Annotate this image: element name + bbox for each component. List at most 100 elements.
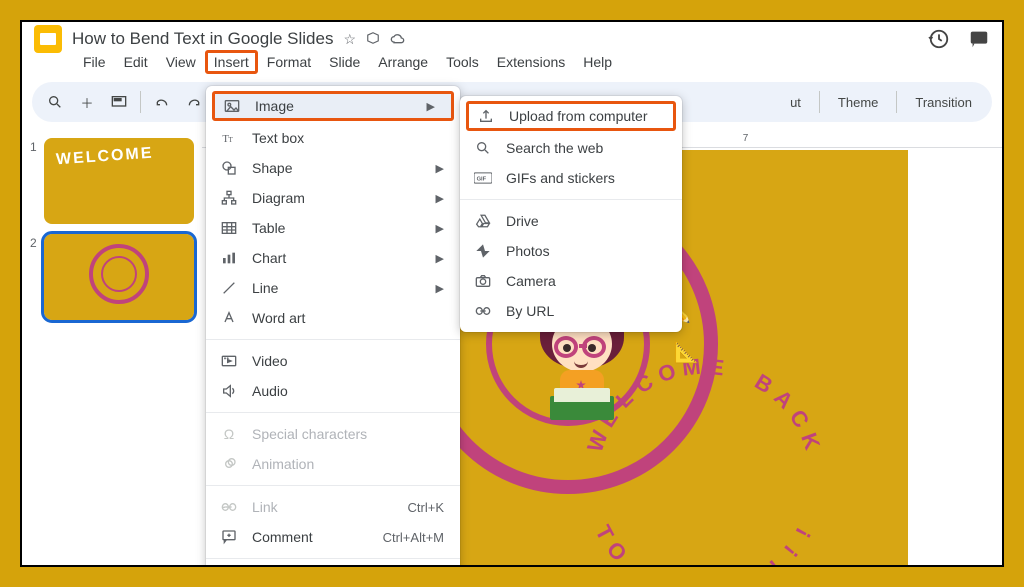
thumb-number: 1 (30, 138, 44, 154)
label: Image (255, 98, 294, 114)
image-photos[interactable]: Photos (460, 236, 682, 266)
image-drive[interactable]: Drive (460, 206, 682, 236)
line-icon (220, 280, 238, 296)
svg-text:T: T (228, 135, 233, 144)
menu-insert[interactable]: Insert (205, 50, 258, 74)
insert-chart[interactable]: Chart▶ (206, 243, 460, 273)
history-icon[interactable] (928, 28, 950, 50)
undo-icon[interactable] (149, 89, 175, 115)
menu-slide[interactable]: Slide (320, 50, 369, 74)
insert-diagram[interactable]: Diagram▶ (206, 183, 460, 213)
transition-button[interactable]: Transition (905, 95, 982, 110)
camera-icon (474, 274, 492, 288)
insert-image[interactable]: Image▶ (212, 91, 454, 121)
label: Animation (252, 456, 314, 472)
title-bar: How to Bend Text in Google Slides ☆ (22, 22, 1002, 48)
shape-icon (220, 160, 238, 176)
label: Camera (506, 273, 556, 289)
menu-format[interactable]: Format (258, 50, 320, 74)
filmstrip: 1 WELCOME 2 (22, 130, 202, 565)
thumb1-text: WELCOME (55, 145, 154, 170)
label: Line (252, 280, 278, 296)
insert-dropdown: Image▶ TT Text box Shape▶ Diagram▶ Table… (206, 86, 460, 567)
diagram-icon (220, 190, 238, 206)
insert-link: Link Ctrl+K (206, 492, 460, 522)
image-byurl[interactable]: By URL (460, 296, 682, 326)
menu-bar: File Edit View Insert Format Slide Arran… (22, 48, 1002, 76)
label: Upload from computer (509, 108, 648, 124)
insert-comment[interactable]: Comment Ctrl+Alt+M (206, 522, 460, 552)
layout-icon[interactable] (106, 89, 132, 115)
insert-specialchars: Ω Special characters (206, 419, 460, 449)
menu-tools[interactable]: Tools (437, 50, 488, 74)
insert-audio[interactable]: Audio (206, 376, 460, 406)
search-icon[interactable] (42, 89, 68, 115)
image-icon (223, 99, 241, 113)
menu-file[interactable]: File (74, 50, 115, 74)
svg-text:GIF: GIF (477, 177, 487, 183)
label: GIFs and stickers (506, 170, 615, 186)
star-icon[interactable]: ☆ (343, 31, 356, 48)
chart-icon (220, 251, 238, 265)
menu-extensions[interactable]: Extensions (488, 50, 574, 74)
drive-icon (474, 214, 492, 228)
app-frame: How to Bend Text in Google Slides ☆ File… (20, 20, 1004, 567)
omega-icon: Ω (220, 426, 238, 442)
insert-table[interactable]: Table▶ (206, 213, 460, 243)
link-icon (474, 306, 492, 316)
textbox-icon: TT (220, 131, 238, 145)
shortcut: Ctrl+K (408, 500, 444, 515)
video-icon (220, 354, 238, 368)
menu-edit[interactable]: Edit (115, 50, 157, 74)
label: By URL (506, 303, 554, 319)
insert-newslide[interactable]: ＋ New slide Ctrl+M (206, 565, 460, 567)
menu-view[interactable]: View (157, 50, 205, 74)
insert-textbox[interactable]: TT Text box (206, 123, 460, 153)
insert-wordart[interactable]: Word art (206, 303, 460, 333)
table-icon (220, 221, 238, 235)
comments-icon[interactable] (968, 28, 990, 50)
thumb-number: 2 (30, 234, 44, 250)
insert-line[interactable]: Line▶ (206, 273, 460, 303)
gif-icon: GIF (474, 172, 492, 184)
photos-icon (474, 243, 492, 259)
label: Word art (252, 310, 305, 326)
slide-thumbnail-2[interactable] (44, 234, 194, 320)
theme-button[interactable]: Theme (828, 95, 888, 110)
label: Diagram (252, 190, 305, 206)
image-search[interactable]: Search the web (460, 133, 682, 163)
title-icons: ☆ (343, 31, 406, 48)
menu-arrange[interactable]: Arrange (369, 50, 437, 74)
slides-logo[interactable] (34, 25, 62, 53)
audio-icon (220, 383, 238, 399)
insert-shape[interactable]: Shape▶ (206, 153, 460, 183)
upload-icon (477, 108, 495, 124)
label: Link (252, 499, 278, 515)
ruler-icon: 📐 (674, 340, 699, 365)
label: Shape (252, 160, 292, 176)
insert-animation: Animation (206, 449, 460, 479)
insert-video[interactable]: Video (206, 346, 460, 376)
label: Text box (252, 130, 304, 146)
label: Special characters (252, 426, 367, 442)
image-upload[interactable]: Upload from computer (466, 101, 676, 131)
search-icon (474, 140, 492, 156)
image-gifs[interactable]: GIF GIFs and stickers (460, 163, 682, 193)
document-title[interactable]: How to Bend Text in Google Slides (72, 29, 333, 49)
move-icon[interactable] (366, 31, 380, 48)
animation-icon (220, 456, 238, 472)
label: Audio (252, 383, 288, 399)
label: Photos (506, 243, 550, 259)
slide-thumbnail-1[interactable]: WELCOME (44, 138, 194, 224)
shortcut: Ctrl+Alt+M (383, 530, 444, 545)
background-button[interactable]: ut (780, 95, 811, 110)
link-icon (220, 502, 238, 512)
redo-icon[interactable] (181, 89, 207, 115)
image-camera[interactable]: Camera (460, 266, 682, 296)
menu-help[interactable]: Help (574, 50, 621, 74)
label: Chart (252, 250, 286, 266)
label: Drive (506, 213, 539, 229)
comment-icon (220, 529, 238, 545)
cloud-icon[interactable] (390, 31, 406, 48)
new-slide-button[interactable]: ＋ (74, 89, 100, 115)
